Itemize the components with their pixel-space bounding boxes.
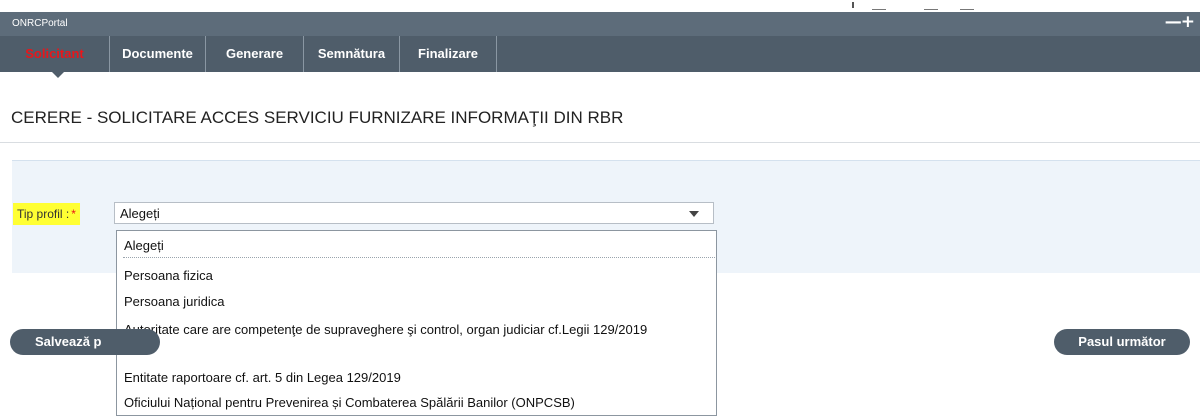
cursor-icon [848, 0, 858, 9]
wizard-tabs: Solicitant Documente Generare Semnătura … [0, 36, 1200, 72]
tab-solicitant[interactable]: Solicitant [0, 36, 110, 72]
window-top-strip [0, 0, 1200, 12]
profile-type-label-text: Tip profil : [17, 207, 70, 221]
required-mark: * [71, 207, 76, 221]
tab-generare[interactable]: Generare [206, 36, 304, 72]
dropdown-option-onpcsb[interactable]: Oficiului Național pentru Prevenirea și … [117, 395, 716, 410]
title-divider [0, 142, 1200, 143]
dropdown-option-autoritate[interactable]: Autoritate care are competenţe de suprav… [117, 322, 716, 337]
tab-documente[interactable]: Documente [110, 36, 206, 72]
tab-semnatura[interactable]: Semnătura [304, 36, 400, 72]
window-minimize-icon[interactable] [872, 0, 886, 10]
portal-title: ONRCPortal [12, 18, 68, 29]
profile-type-select[interactable]: Alegeți [114, 202, 714, 224]
profile-type-dropdown: Alegeți Persoana fizica Persoana juridic… [116, 230, 717, 416]
dropdown-option-persoana-fizica[interactable]: Persoana fizica [117, 268, 716, 283]
window-close-icon[interactable] [960, 0, 974, 10]
save-button[interactable]: Salvează p [10, 329, 160, 355]
profile-type-selected-value: Alegeți [120, 206, 160, 221]
chevron-down-icon[interactable] [689, 211, 699, 217]
portal-minimize-expand-icon[interactable]: —+ [1165, 12, 1195, 32]
tab-finalizare[interactable]: Finalizare [400, 36, 497, 72]
window-restore-icon[interactable] [924, 0, 938, 10]
active-tab-pointer-icon [52, 72, 64, 78]
dropdown-option-entitate-raportoare[interactable]: Entitate raportoare cf. art. 5 din Legea… [117, 370, 716, 385]
portal-header: ONRCPortal —+ [0, 12, 1200, 36]
dropdown-option-divider [123, 257, 715, 258]
next-step-button[interactable]: Pasul următor [1054, 329, 1190, 355]
page-title: CERERE - SOLICITARE ACCES SERVICIU FURNI… [11, 108, 624, 127]
dropdown-option-alegeti[interactable]: Alegeți [117, 238, 716, 253]
dropdown-option-persoana-juridica[interactable]: Persoana juridica [117, 294, 716, 309]
profile-type-label: Tip profil : * [13, 203, 80, 225]
